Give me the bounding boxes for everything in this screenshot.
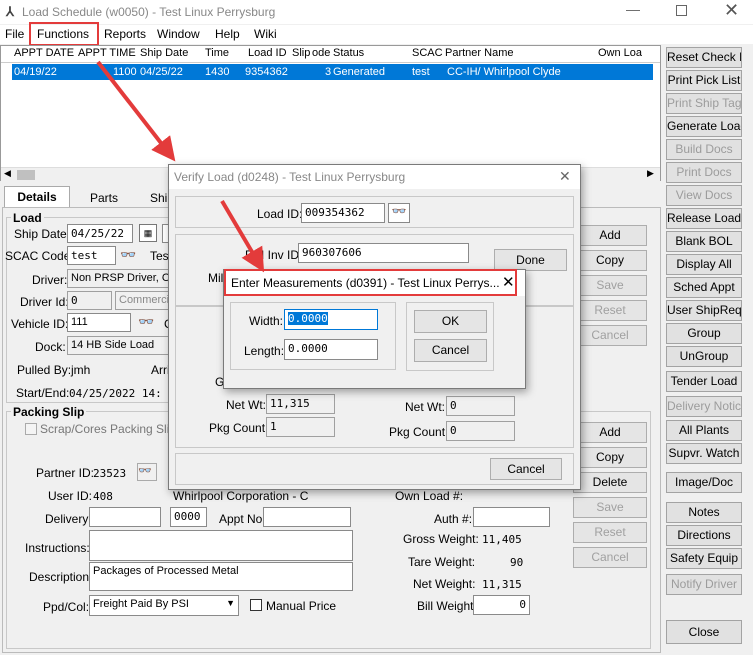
arrow-to-verify-dialog	[96, 60, 176, 162]
annotation-arrows	[96, 60, 265, 273]
arrow-to-measurements-dialog	[220, 199, 265, 273]
